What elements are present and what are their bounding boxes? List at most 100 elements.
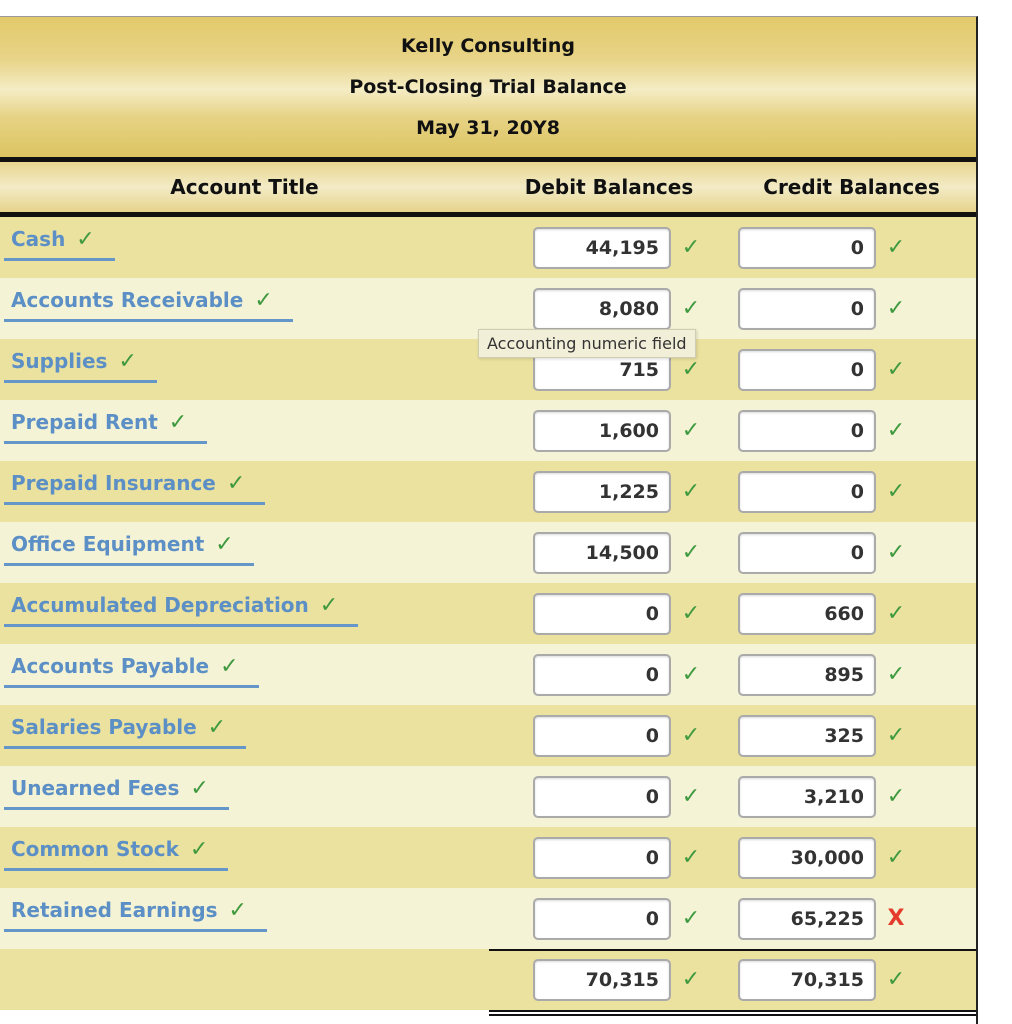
account-title-select[interactable]: Office Equipment ✓ — [4, 532, 254, 566]
credit-cell: ✓ — [734, 531, 974, 574]
account-title-select[interactable]: Cash ✓ — [4, 227, 115, 261]
table-row: Unearned Fees ✓ ✓ ✓ — [0, 766, 976, 827]
table-row: Office Equipment ✓ ✓ ✓ — [0, 522, 976, 583]
check-icon: ✓ — [215, 532, 234, 557]
debit-input[interactable] — [533, 714, 671, 757]
credit-input[interactable] — [738, 592, 876, 635]
debit-input[interactable] — [533, 897, 671, 940]
account-title-label: Accounts Receivable — [11, 288, 244, 312]
account-title-cell: Common Stock ✓ — [0, 827, 489, 888]
credit-input[interactable] — [738, 653, 876, 696]
account-title-label: Supplies — [11, 349, 108, 373]
x-icon: X — [887, 906, 905, 931]
credit-input[interactable] — [738, 775, 876, 818]
debit-input[interactable] — [533, 531, 671, 574]
totals-label-cell — [0, 949, 489, 1010]
account-title-label: Retained Earnings — [11, 898, 218, 922]
account-title-label: Prepaid Insurance — [11, 471, 216, 495]
credit-cell: ✓ — [734, 409, 974, 452]
account-title-select[interactable]: Supplies ✓ — [4, 349, 157, 383]
debit-cell: ✓ — [489, 714, 734, 757]
check-icon: ✓ — [886, 662, 906, 687]
credit-input[interactable] — [738, 897, 876, 940]
account-title-select[interactable]: Prepaid Rent ✓ — [4, 410, 208, 444]
column-header-credit: Credit Balances — [763, 175, 940, 199]
debit-input[interactable] — [533, 653, 671, 696]
check-icon: ✓ — [681, 235, 701, 260]
credit-input[interactable] — [738, 531, 876, 574]
debit-cell: ✓ — [489, 287, 734, 330]
account-title-label: Accounts Payable — [11, 654, 210, 678]
column-header-account-title: Account Title — [170, 175, 319, 199]
account-title-select[interactable]: Accumulated Depreciation ✓ — [4, 593, 359, 627]
credit-cell: X — [734, 897, 974, 940]
account-title-select[interactable]: Retained Earnings ✓ — [4, 898, 267, 932]
total-debit-input[interactable] — [533, 958, 671, 1001]
account-title-select[interactable]: Unearned Fees ✓ — [4, 776, 229, 810]
check-icon: ✓ — [681, 357, 701, 382]
account-title-cell: Accounts Receivable ✓ — [0, 278, 489, 339]
account-title-label: Cash — [11, 227, 66, 251]
credit-input[interactable] — [738, 470, 876, 513]
statement-header: Kelly Consulting Post-Closing Trial Bala… — [0, 17, 976, 162]
debit-input[interactable] — [533, 287, 671, 330]
account-title-select[interactable]: Prepaid Insurance ✓ — [4, 471, 266, 505]
credit-cell: ✓ — [734, 714, 974, 757]
check-icon: ✓ — [681, 723, 701, 748]
check-icon: ✓ — [118, 349, 137, 374]
tooltip: Accounting numeric field — [478, 329, 696, 358]
check-icon: ✓ — [886, 479, 906, 504]
check-icon: ✓ — [681, 418, 701, 443]
credit-cell: ✓ — [734, 775, 974, 818]
account-title-select[interactable]: Salaries Payable ✓ — [4, 715, 247, 749]
credit-input[interactable] — [738, 836, 876, 879]
trial-balance-table: Kelly Consulting Post-Closing Trial Bala… — [0, 16, 978, 1024]
check-icon: ✓ — [681, 967, 701, 992]
account-title-cell: Prepaid Insurance ✓ — [0, 461, 489, 522]
account-rows: Cash ✓ ✓ ✓ Accounts Receivable ✓ ✓ ✓ — [0, 217, 976, 949]
check-icon: ✓ — [886, 540, 906, 565]
debit-input[interactable] — [533, 470, 671, 513]
credit-input[interactable] — [738, 226, 876, 269]
account-title-label: Prepaid Rent — [11, 410, 158, 434]
credit-input[interactable] — [738, 348, 876, 391]
credit-cell: ✓ — [734, 287, 974, 330]
debit-input[interactable] — [533, 226, 671, 269]
account-title-select[interactable]: Accounts Receivable ✓ — [4, 288, 293, 322]
debit-cell: ✓ — [489, 592, 734, 635]
table-row: Prepaid Rent ✓ ✓ ✓ — [0, 400, 976, 461]
credit-input[interactable] — [738, 409, 876, 452]
debit-input[interactable] — [533, 592, 671, 635]
check-icon: ✓ — [254, 288, 273, 313]
debit-input[interactable] — [533, 836, 671, 879]
account-title-label: Office Equipment — [11, 532, 205, 556]
debit-cell: ✓ — [489, 653, 734, 696]
credit-cell: ✓ — [734, 226, 974, 269]
credit-cell: ✓ — [734, 470, 974, 513]
credit-input[interactable] — [738, 714, 876, 757]
check-icon: ✓ — [886, 418, 906, 443]
check-icon: ✓ — [220, 654, 239, 679]
account-title-cell: Supplies ✓ — [0, 339, 489, 400]
check-icon: ✓ — [681, 601, 701, 626]
account-title-cell: Cash ✓ — [0, 217, 489, 278]
check-icon: ✓ — [681, 845, 701, 870]
check-icon: ✓ — [207, 715, 227, 740]
check-icon: ✓ — [886, 967, 906, 992]
check-icon: ✓ — [886, 296, 906, 321]
credit-input[interactable] — [738, 287, 876, 330]
account-title-select[interactable]: Accounts Payable ✓ — [4, 654, 259, 688]
debit-cell: ✓ — [489, 226, 734, 269]
debit-cell: ✓ — [489, 775, 734, 818]
total-credit-input[interactable] — [738, 958, 876, 1001]
account-title-cell: Unearned Fees ✓ — [0, 766, 489, 827]
check-icon: ✓ — [886, 723, 906, 748]
debit-input[interactable] — [533, 775, 671, 818]
table-row: Accounts Payable ✓ ✓ ✓ — [0, 644, 976, 705]
check-icon: ✓ — [681, 784, 701, 809]
account-title-label: Salaries Payable — [11, 715, 197, 739]
check-icon: ✓ — [886, 357, 906, 382]
account-title-select[interactable]: Common Stock ✓ — [4, 837, 229, 871]
debit-input[interactable] — [533, 409, 671, 452]
table-row: Retained Earnings ✓ ✓ X — [0, 888, 976, 949]
